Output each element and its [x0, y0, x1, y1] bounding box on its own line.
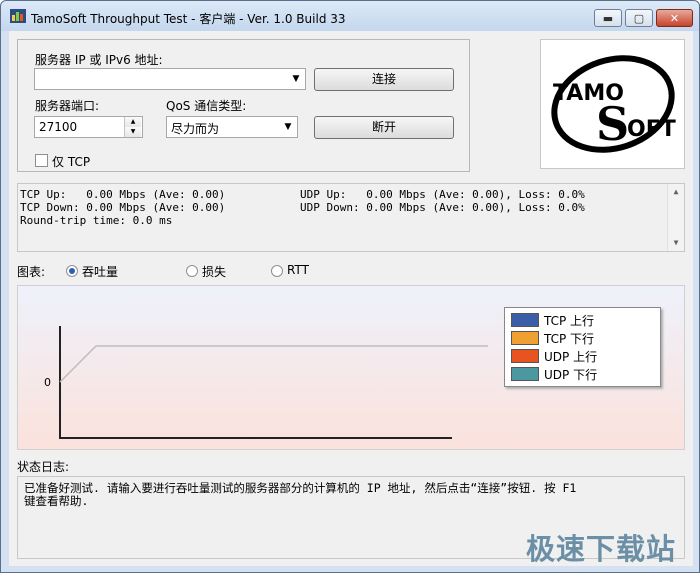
log-line: 键查看帮助. [24, 494, 89, 508]
port-value: 27100 [39, 120, 78, 134]
legend-label: UDP 下行 [544, 368, 598, 382]
spin-down-icon[interactable]: ▼ [124, 127, 141, 137]
radio-rtt-label[interactable]: RTT [287, 263, 309, 277]
app-icon [10, 9, 26, 23]
qos-value: 尽力而为 [171, 122, 220, 136]
scroll-down-icon[interactable]: ▼ [668, 235, 684, 251]
radio-loss[interactable] [186, 265, 198, 277]
tcp-up-stat: TCP Up: 0.00 Mbps (Ave: 0.00) [20, 188, 226, 201]
tcp-down-stat: TCP Down: 0.00 Mbps (Ave: 0.00) [20, 201, 226, 214]
legend-label: TCP 上行 [544, 314, 595, 328]
maximize-icon: ▢ [633, 11, 645, 25]
qos-select[interactable]: 尽力而为 ▼ [166, 116, 298, 138]
window-title: TamoSoft Throughput Test - 客户端 - Ver. 1.… [31, 12, 346, 26]
logo-graphic: TAMO S OFT [551, 55, 676, 153]
throughput-chart: 0 TCP 上行 TCP 下行 UDP 上行 UDP 下行 [17, 285, 685, 450]
server-address-combo[interactable]: ▼ [34, 68, 306, 90]
disconnect-button[interactable]: 断开 [314, 116, 454, 139]
app-window: TamoSoft Throughput Test - 客户端 - Ver. 1.… [0, 0, 700, 573]
server-address-label: 服务器 IP 或 IPv6 地址: [35, 53, 163, 67]
logo-text-bottom: OFT [627, 117, 676, 142]
title-bar[interactable]: TamoSoft Throughput Test - 客户端 - Ver. 1.… [1, 1, 699, 31]
udp-up-stat: UDP Up: 0.00 Mbps (Ave: 0.00), Loss: 0.0… [300, 188, 585, 201]
chevron-down-icon[interactable]: ▼ [279, 117, 297, 137]
status-log-label: 状态日志: [17, 460, 70, 474]
stats-scrollbar[interactable]: ▲ ▼ [667, 184, 684, 251]
port-label: 服务器端口: [35, 99, 100, 113]
connect-button[interactable]: 连接 [314, 68, 454, 91]
client-area: 服务器 IP 或 IPv6 地址: ▼ 连接 服务器端口: 27100 ▲ ▼ … [9, 31, 693, 566]
y-tick-label: 0 [44, 376, 51, 389]
maximize-button[interactable]: ▢ [625, 9, 653, 27]
minimize-icon: ▬ [602, 11, 614, 25]
spin-up-icon[interactable]: ▲ [124, 117, 141, 127]
radio-throughput-label[interactable]: 吞吐量 [82, 263, 118, 280]
radio-loss-label[interactable]: 损失 [202, 263, 226, 280]
legend-label: UDP 上行 [544, 350, 598, 364]
legend-swatch [511, 349, 539, 363]
legend-swatch [511, 367, 539, 381]
port-stepper[interactable]: 27100 ▲ ▼ [34, 116, 143, 138]
radio-throughput[interactable] [66, 265, 78, 277]
qos-label: QoS 通信类型: [166, 99, 247, 113]
close-button[interactable]: ✕ [656, 9, 693, 27]
connection-group: 服务器 IP 或 IPv6 地址: ▼ 连接 服务器端口: 27100 ▲ ▼ … [17, 39, 470, 172]
rtt-stat: Round-trip time: 0.0 ms [20, 214, 173, 227]
series-line [59, 345, 488, 383]
port-updown[interactable]: ▲ ▼ [124, 117, 142, 137]
chart-legend: TCP 上行 TCP 下行 UDP 上行 UDP 下行 [504, 307, 661, 387]
udp-down-stat: UDP Down: 0.00 Mbps (Ave: 0.00), Loss: 0… [300, 201, 585, 214]
minimize-button[interactable]: ▬ [594, 9, 622, 27]
scroll-up-icon[interactable]: ▲ [668, 184, 684, 200]
tcp-only-checkbox[interactable] [35, 154, 48, 167]
watermark: 极速下载站 [526, 532, 677, 566]
logo-letter-s: S [596, 97, 629, 151]
log-line: 已准备好测试. 请输入要进行吞吐量测试的服务器部分的计算机的 IP 地址, 然后… [24, 481, 577, 495]
stats-panel: TCP Up: 0.00 Mbps (Ave: 0.00) UDP Up: 0.… [17, 183, 685, 252]
tcp-only-label[interactable]: 仅 TCP [52, 153, 90, 170]
chevron-down-icon[interactable]: ▼ [287, 69, 305, 89]
radio-rtt[interactable] [271, 265, 283, 277]
legend-label: TCP 下行 [544, 332, 595, 346]
close-icon: ✕ [669, 11, 680, 25]
tamosoft-logo: TAMO S OFT [540, 39, 685, 169]
chart-type-label: 图表: [17, 265, 46, 279]
legend-swatch [511, 313, 539, 327]
legend-swatch [511, 331, 539, 345]
